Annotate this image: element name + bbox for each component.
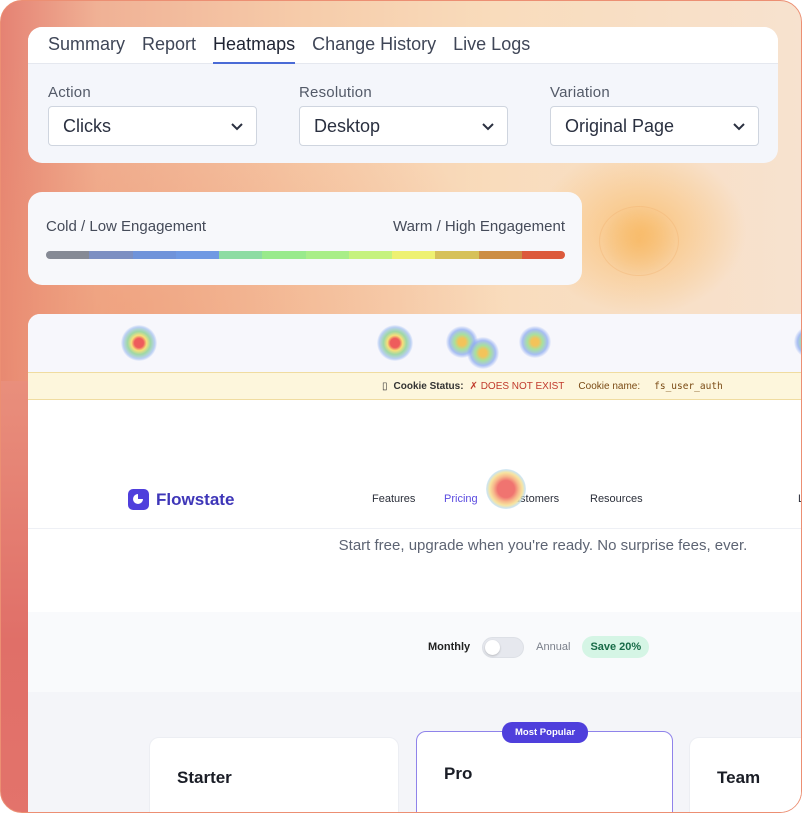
cookie-icon: ▯ bbox=[382, 380, 388, 392]
most-popular-badge: Most Popular bbox=[502, 722, 589, 743]
action-label: Action bbox=[48, 84, 91, 101]
tab-bar: Summary Report Heatmaps Change History L… bbox=[28, 27, 778, 64]
resolution-select[interactable]: Desktop bbox=[299, 106, 508, 146]
variation-select[interactable]: Original Page bbox=[550, 106, 759, 146]
scale-segment bbox=[348, 251, 392, 259]
tab-report[interactable]: Report bbox=[142, 27, 196, 64]
nav-pricing[interactable]: Pricing bbox=[444, 493, 478, 505]
controls-panel: Summary Report Heatmaps Change History L… bbox=[28, 27, 778, 163]
nav-customers[interactable]: Customers bbox=[506, 493, 559, 505]
variation-label: Variation bbox=[550, 84, 610, 101]
action-value: Clicks bbox=[63, 115, 111, 136]
variation-filter: Variation Original Page bbox=[550, 84, 759, 146]
pricing-subtitle: Start free, upgrade when you're ready. N… bbox=[338, 537, 748, 554]
plan-name: Pro bbox=[444, 764, 473, 783]
scale-segment bbox=[521, 251, 565, 259]
cookie-status-value: ✗ DOES NOT EXIST bbox=[469, 380, 565, 392]
legend-high-label: Warm / High Engagement bbox=[392, 218, 565, 235]
tab-heatmaps[interactable]: Heatmaps bbox=[213, 27, 296, 64]
flowstate-logo-icon bbox=[128, 489, 149, 510]
nav-divider bbox=[28, 528, 801, 529]
action-select[interactable]: Clicks bbox=[48, 106, 257, 146]
scale-segment bbox=[219, 251, 263, 259]
resolution-label: Resolution bbox=[299, 84, 372, 101]
scale-segment bbox=[46, 251, 90, 259]
heatmap-window: Summary Report Heatmaps Change History L… bbox=[0, 0, 802, 813]
resolution-value: Desktop bbox=[314, 115, 381, 136]
chevron-down-icon bbox=[482, 123, 494, 131]
scale-segment bbox=[89, 251, 133, 259]
tab-live-logs[interactable]: Live Logs bbox=[453, 27, 530, 64]
billing-toggle-row: Monthly Annual Save 20% bbox=[428, 636, 650, 658]
action-filter: Action Clicks bbox=[48, 84, 257, 146]
logo-text: Flowstate bbox=[156, 489, 235, 509]
plan-card-starter[interactable]: Starter bbox=[149, 737, 399, 812]
save-badge: Save 20% bbox=[582, 636, 650, 658]
engagement-color-scale bbox=[46, 251, 565, 259]
legend-low-label: Cold / Low Engagement bbox=[46, 218, 207, 235]
plan-name: Starter bbox=[177, 768, 232, 787]
cookie-status-label: Cookie Status: bbox=[393, 380, 464, 392]
plan-cards: Starter Most Popular Pro Team bbox=[28, 692, 801, 812]
plan-card-pro[interactable]: Most Popular Pro bbox=[416, 722, 673, 812]
cookie-status-bar: ▯ Cookie Status: ✗ DOES NOT EXIST Cookie… bbox=[28, 372, 801, 400]
plan-name: Team bbox=[717, 768, 761, 787]
scale-segment bbox=[305, 251, 349, 259]
cookie-name-label: Cookie name: bbox=[578, 380, 641, 392]
chevron-down-icon bbox=[231, 123, 243, 131]
scale-segment bbox=[262, 251, 306, 259]
tab-change-history[interactable]: Change History bbox=[312, 27, 436, 64]
scale-segment bbox=[132, 251, 176, 259]
plan-card-team[interactable]: Team bbox=[689, 737, 801, 812]
nav-features[interactable]: Features bbox=[372, 493, 415, 505]
preview-top-strip bbox=[28, 314, 801, 372]
scale-segment bbox=[435, 251, 479, 259]
tab-summary[interactable]: Summary bbox=[48, 27, 125, 64]
nav-cut-off-item[interactable]: L bbox=[798, 493, 801, 505]
billing-annual-label: Annual bbox=[536, 641, 571, 653]
scale-segment bbox=[175, 251, 219, 259]
site-logo[interactable]: Flowstate bbox=[128, 489, 234, 510]
billing-band bbox=[28, 612, 801, 692]
engagement-legend: Cold / Low Engagement Warm / High Engage… bbox=[28, 192, 582, 285]
heatmap-page-preview: ▯ Cookie Status: ✗ DOES NOT EXIST Cookie… bbox=[28, 314, 801, 812]
filter-row: Action Clicks Resolution Desktop Variati… bbox=[48, 84, 759, 146]
resolution-filter: Resolution Desktop bbox=[299, 84, 508, 146]
heat-blob-decoration bbox=[599, 206, 679, 276]
billing-toggle-switch[interactable] bbox=[482, 636, 525, 658]
cookie-name-value: fs_user_auth bbox=[654, 380, 723, 392]
scale-segment bbox=[392, 251, 436, 259]
scale-segment bbox=[478, 251, 522, 259]
billing-monthly-label: Monthly bbox=[428, 641, 471, 653]
variation-value: Original Page bbox=[565, 115, 675, 136]
chevron-down-icon bbox=[733, 123, 745, 131]
nav-resources[interactable]: Resources bbox=[590, 493, 643, 505]
site-nav: Flowstate Features Pricing Customers Res… bbox=[28, 484, 801, 526]
